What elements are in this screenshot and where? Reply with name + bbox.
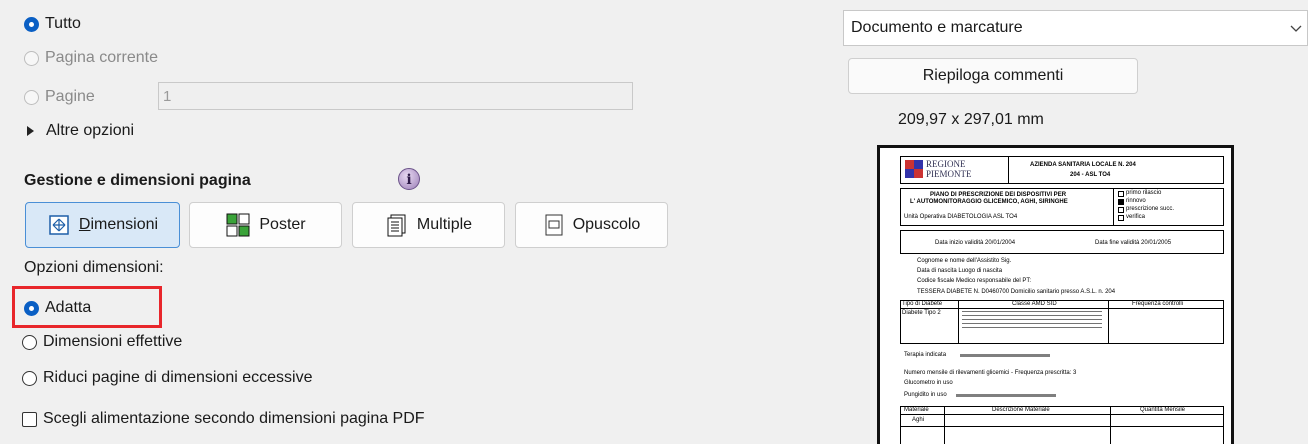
checkbox-icon [22, 411, 37, 427]
doc-start-date: Data inizio validità 20/01/2004 [935, 240, 1016, 246]
expand-triangle-icon [27, 126, 34, 136]
doc-card: TESSERA DIABETE N. D0460700 Domicilio sa… [917, 289, 1116, 295]
all-pages-label: Tutto [45, 15, 81, 32]
doc-text-placeholder [962, 311, 1102, 329]
radio-checked-icon [24, 16, 39, 32]
comments-forms-select[interactable]: Documento e marcature [843, 10, 1308, 46]
radio-icon [24, 50, 39, 66]
pages-label: Pagine [45, 88, 95, 105]
booklet-button-label: Opuscolo [572, 216, 641, 233]
pages-input[interactable] [158, 82, 633, 110]
booklet-icon [543, 213, 565, 237]
choose-source-checkbox[interactable]: Scegli alimentazione secondo dimensioni … [22, 407, 425, 431]
doc-rule [944, 406, 945, 444]
doc-rule [958, 300, 959, 344]
region-logo-icon [905, 160, 923, 178]
multiple-button[interactable]: Multiple [352, 202, 505, 248]
doc-region-2: PIEMONTE [926, 169, 972, 179]
doc-opt-1: primo rilascio [1126, 190, 1162, 196]
actual-size-label: Dimensioni effettive [43, 333, 183, 350]
doc-text-placeholder [960, 354, 1050, 357]
current-page-label: Pagina corrente [45, 49, 158, 66]
page-handling-title: Gestione e dimensioni pagina [24, 172, 251, 189]
doc-asl-1: AZIENDA SANITARIA LOCALE N. 204 [1030, 162, 1136, 168]
select-value: Documento e marcature [851, 19, 1023, 36]
doc-patient: Cognome e nome dell'Assistito Sig. [917, 258, 1012, 264]
poster-icon [225, 212, 251, 238]
doc-mat-col-3: Quantità Mensile [1140, 407, 1186, 413]
doc-fiscal: Codice fiscale Medico responsabile del P… [917, 278, 1032, 284]
doc-opt-4: verifica [1126, 214, 1146, 220]
checkbox-icon [1118, 207, 1124, 213]
radio-icon [24, 89, 39, 105]
doc-lancet: Pungidito in uso [904, 392, 947, 398]
doc-mat-col-2: Descrizione Materiale [992, 407, 1050, 413]
chevron-down-icon [1289, 21, 1303, 40]
doc-opt-2: rinnovo [1126, 198, 1146, 204]
doc-opt-3: prescrizione succ. [1126, 206, 1175, 212]
doc-birth: Data di nascita Luogo di nascita [917, 268, 1003, 274]
multiple-pages-icon [385, 213, 409, 237]
current-page-radio[interactable]: Pagina corrente [24, 46, 158, 70]
doc-end-date: Data fine validità 20/01/2005 [1095, 240, 1172, 246]
summarize-comments-button[interactable]: Riepiloga commenti [848, 58, 1138, 94]
all-pages-radio[interactable]: Tutto [24, 12, 81, 36]
checkbox-icon [1118, 215, 1124, 221]
poster-button[interactable]: Poster [189, 202, 342, 248]
doc-rule [900, 426, 1224, 427]
checkbox-icon [1118, 199, 1124, 205]
doc-therapy: Terapia indicata [904, 352, 947, 358]
size-button[interactable]: Dimensioni [25, 202, 180, 248]
doc-mat-col-1: Materiale [904, 407, 929, 413]
doc-text-placeholder [956, 394, 1056, 397]
actual-size-radio[interactable]: Dimensioni effettive [22, 330, 182, 354]
size-button-label: Dimensioni [78, 216, 159, 233]
radio-icon [22, 334, 37, 350]
size-options-label: Opzioni dimensioni: [24, 259, 164, 276]
more-options-toggle[interactable]: Altre opzioni [27, 119, 134, 143]
doc-col-3: Frequenza controlli [1132, 301, 1184, 307]
doc-rule [1113, 188, 1114, 226]
info-icon[interactable]: i [398, 168, 420, 190]
size-icon [47, 213, 71, 237]
doc-mat-row: Aghi [912, 417, 925, 423]
more-options-label: Altre opzioni [46, 122, 135, 139]
page-size-text: 209,97 x 297,01 mm [898, 111, 1044, 128]
doc-rule [1108, 300, 1109, 344]
pages-radio[interactable]: Pagine [24, 85, 95, 109]
doc-col-2: Classe AMD SID [1012, 301, 1057, 307]
doc-rule [1008, 156, 1009, 184]
shrink-label: Riduci pagine di dimensioni eccessive [43, 369, 313, 386]
checkbox-icon [1118, 191, 1124, 197]
booklet-button[interactable]: Opuscolo [515, 202, 668, 248]
doc-plan-2: L' AUTOMONITORAGGIO GLICEMICO, AGHI, SIR… [910, 199, 1068, 205]
shrink-radio[interactable]: Riduci pagine di dimensioni eccessive [22, 366, 312, 390]
highlight-box [12, 286, 162, 328]
doc-meter: Glucometro in uso [904, 380, 953, 386]
multiple-button-label: Multiple [416, 216, 473, 233]
doc-asl-2: 204 - ASL TO4 [1070, 172, 1111, 178]
choose-source-label: Scegli alimentazione secondo dimensioni … [43, 410, 425, 427]
doc-row-1: Diabete Tipo 2 [902, 310, 941, 316]
doc-col-1: Tipo di Diabete [902, 301, 943, 307]
print-preview: REGIONE PIEMONTE AZIENDA SANITARIA LOCAL… [877, 145, 1234, 444]
doc-checks: Numero mensile di rilevamenti glicemici … [904, 370, 1077, 376]
poster-button-label: Poster [259, 216, 306, 233]
radio-icon [22, 370, 37, 386]
doc-unit: Unità Operativa DIABETOLOGIA ASL TO4 [904, 214, 1018, 220]
doc-rule [1110, 406, 1111, 444]
